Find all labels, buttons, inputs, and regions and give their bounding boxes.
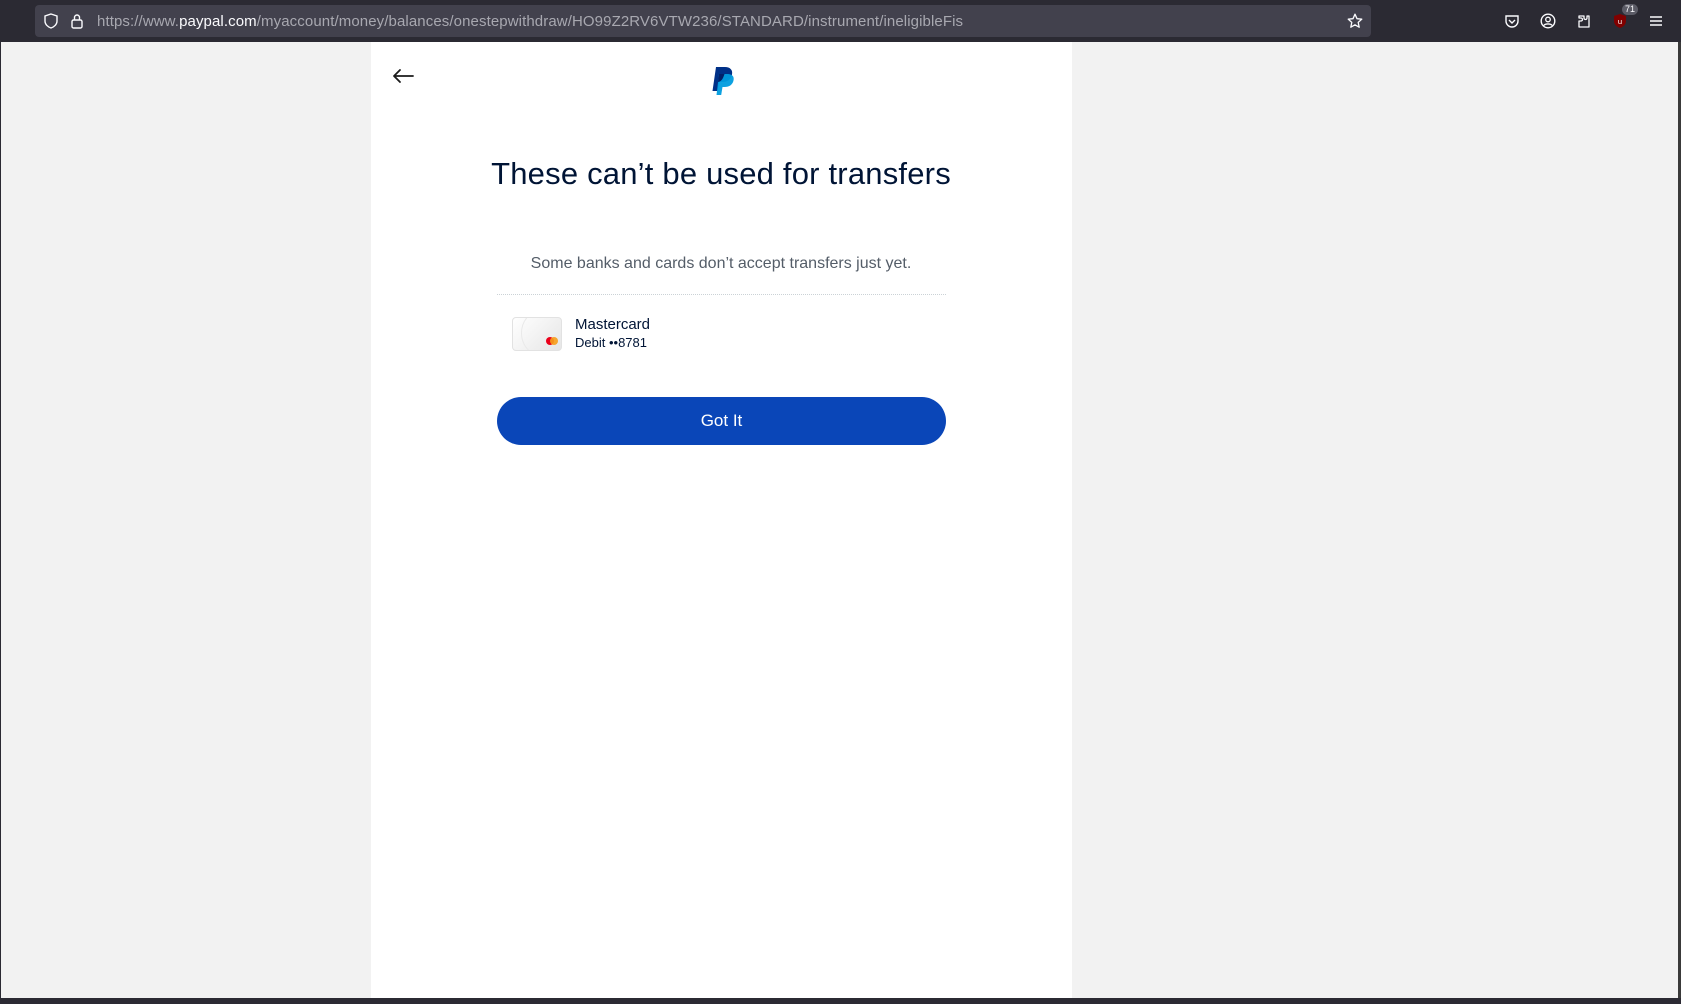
mastercard-icon (546, 337, 558, 345)
address-bar[interactable]: https://www.paypal.com/myaccount/money/b… (35, 5, 1371, 37)
lock-icon[interactable] (69, 13, 85, 29)
card-list-item: Mastercard Debit ••8781 (512, 314, 932, 354)
star-icon[interactable] (1347, 13, 1363, 29)
page-viewport: These can’t be used for transfers Some b… (1, 42, 1678, 998)
back-arrow-icon[interactable] (389, 62, 417, 90)
divider (497, 294, 946, 295)
url-path: /myaccount/money/balances/onestepwithdra… (256, 12, 964, 30)
toolbar-icons: u 71 (1501, 4, 1681, 32)
extensions-icon[interactable] (1573, 10, 1595, 32)
page-subtitle: Some banks and cards don’t accept transf… (530, 255, 912, 272)
url-prefix: https://www. (97, 12, 180, 30)
browser-toolbar: https://www.paypal.com/myaccount/money/b… (0, 0, 1681, 42)
page-title: These can’t be used for transfers (491, 156, 951, 191)
card-info: Mastercard Debit ••8781 (575, 316, 650, 352)
url-text[interactable]: https://www.paypal.com/myaccount/money/b… (97, 13, 963, 30)
svg-text:u: u (1618, 18, 1622, 26)
dialog-panel: These can’t be used for transfers Some b… (371, 42, 1072, 998)
card-detail: Debit ••8781 (575, 335, 647, 350)
ublock-icon[interactable]: u 71 (1609, 4, 1638, 32)
pocket-icon[interactable] (1501, 10, 1523, 32)
window-bottom-edge (0, 998, 1681, 1004)
shield-icon[interactable] (43, 13, 59, 29)
menu-icon[interactable] (1645, 10, 1667, 32)
url-host: paypal.com (179, 12, 257, 30)
paypal-logo (707, 64, 737, 98)
card-image (512, 317, 562, 351)
got-it-button[interactable]: Got It (497, 397, 946, 445)
account-icon[interactable] (1537, 10, 1559, 32)
card-name: Mastercard (575, 316, 651, 333)
extension-badge: 71 (1621, 4, 1638, 15)
